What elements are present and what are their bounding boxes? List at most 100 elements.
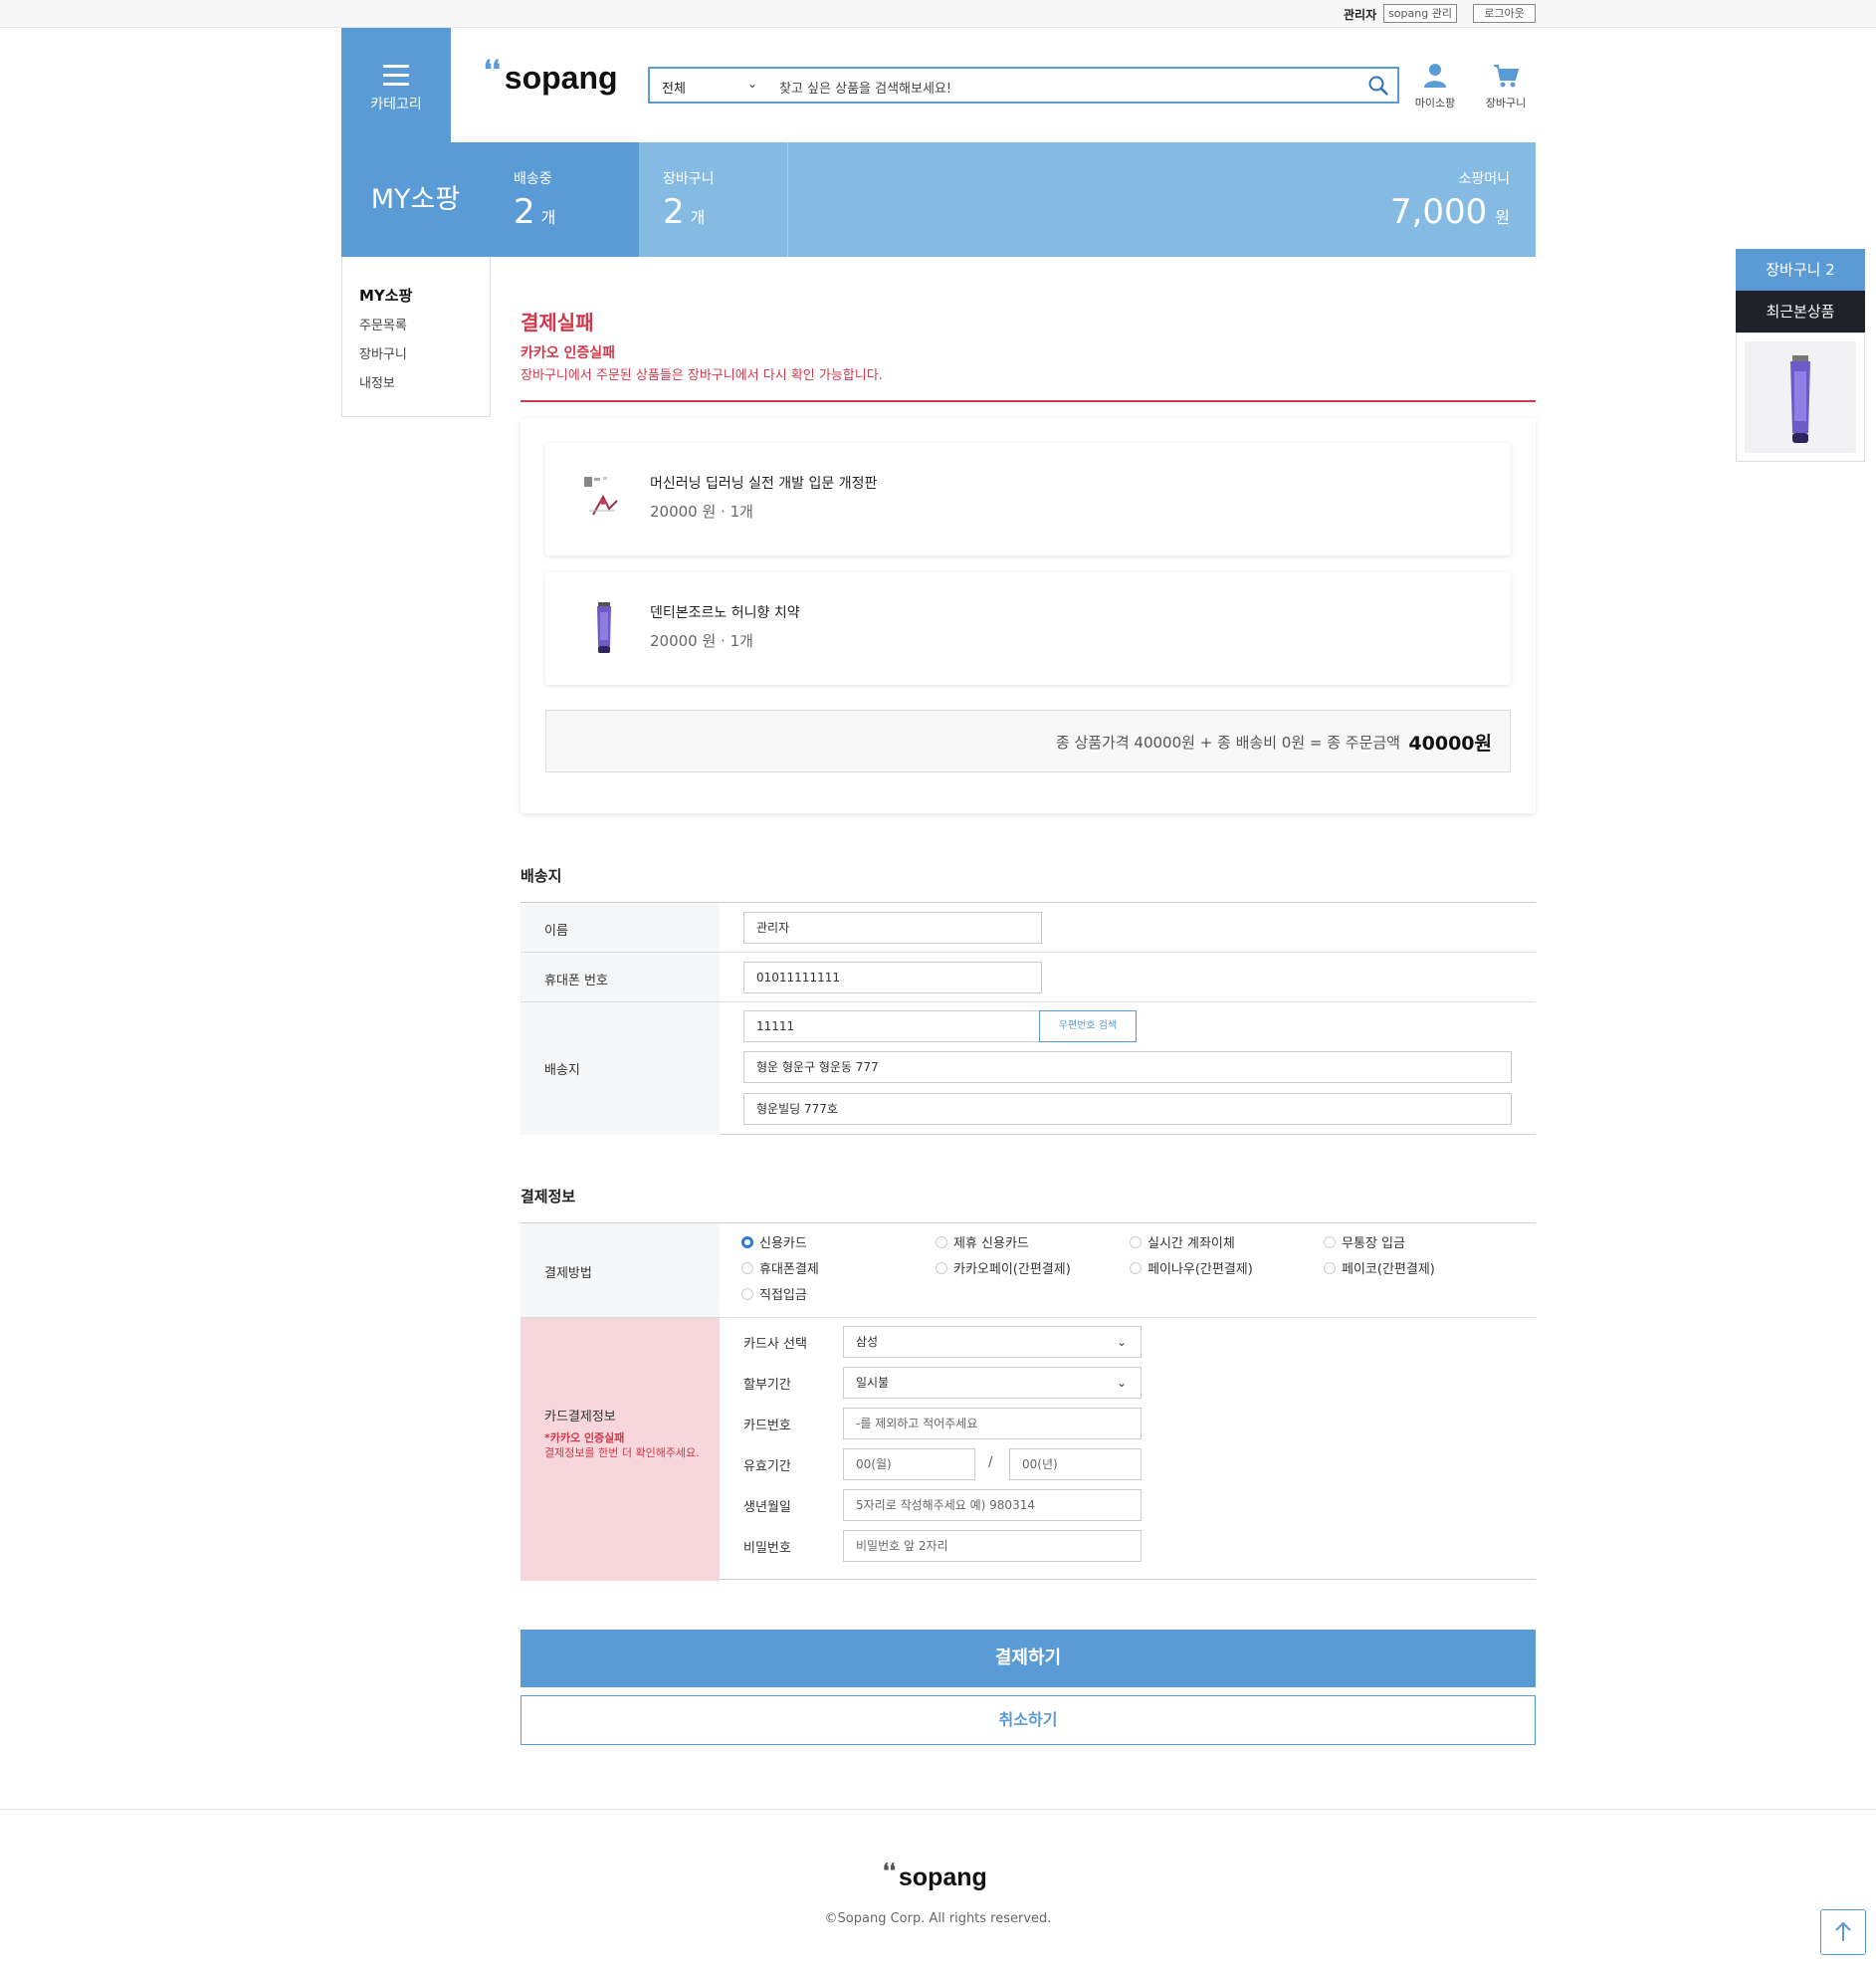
address-detail-input[interactable]: 형운빌딩 777호: [743, 1093, 1512, 1125]
card-number-label: 카드번호: [743, 1419, 791, 1433]
cart-stat[interactable]: 장바구니 2개: [639, 142, 788, 257]
search-bar: 전체 ⌄ 찾고 싶은 상품을 검색해보세요!: [648, 67, 1399, 104]
birth-label: 생년월일: [743, 1500, 791, 1515]
payment-method-label: 결제방법: [544, 1266, 592, 1281]
shipping-stat[interactable]: 배송중 2개: [490, 142, 639, 257]
order-summary-box: 머신러닝 딥러닝 실전 개발 입문 개정판 20000 원 · 1개 덴티본조르…: [521, 418, 1536, 813]
shipping-stat-label: 배송중: [514, 171, 552, 187]
side-nav-cart[interactable]: 장바구니: [359, 343, 407, 362]
side-nav-title[interactable]: MY소팡: [359, 285, 412, 306]
method-direct-deposit-radio[interactable]: 직접입금: [741, 1284, 807, 1303]
category-button[interactable]: 카테고리: [341, 28, 451, 142]
method-credit-card-radio[interactable]: 신용카드: [741, 1232, 807, 1251]
name-input[interactable]: 관리자: [743, 912, 1042, 944]
zipcode-input[interactable]: 11111: [743, 1010, 1040, 1042]
address-input[interactable]: 형운 형운구 형운동 777: [743, 1051, 1512, 1083]
expiry-year-input[interactable]: 00(년): [1009, 1448, 1142, 1480]
admin-link-button[interactable]: sopang 관리: [1383, 4, 1457, 23]
chevron-down-icon: ⌄: [1116, 1376, 1127, 1390]
order-total-bar: 종 상품가격 40000원 + 종 배송비 0원 = 종 주문금액 40000원: [545, 710, 1511, 772]
payment-fail-description: 장바구니에서 주문된 상품들은 장바구니에서 다시 확인 가능합니다.: [521, 368, 883, 383]
footer-divider: [0, 1809, 1876, 1810]
payment-method-row: 결제방법 신용카드 제휴 신용카드 실시간 계좌이체 무통장 입금 휴대폰결제 …: [521, 1223, 1536, 1318]
method-payco-radio[interactable]: 페이코(간편결제): [1324, 1258, 1435, 1277]
search-icon[interactable]: [1367, 75, 1389, 97]
scroll-top-button[interactable]: [1820, 1909, 1866, 1955]
shipping-address-row: 배송지 11111 우편번호 검색 형운 형운구 형운동 777 형운빌딩 77…: [521, 1002, 1536, 1135]
cancel-button[interactable]: 취소하기: [521, 1695, 1536, 1745]
divider: [521, 400, 1536, 402]
method-phone-radio[interactable]: 휴대폰결제: [741, 1258, 819, 1277]
card-info-label: 카드결제정보: [544, 1410, 616, 1425]
order-item[interactable]: 머신러닝 딥러닝 실전 개발 입문 개정판 20000 원 · 1개: [545, 443, 1511, 555]
method-bank-transfer-radio[interactable]: 실시간 계좌이체: [1130, 1232, 1235, 1251]
side-nav-orders[interactable]: 주문목록: [359, 315, 407, 333]
stats-banner: MY소팡 배송중 2개 장바구니 2개 소팡머니 7,000 원: [341, 142, 1536, 257]
side-nav-myinfo[interactable]: 내정보: [359, 372, 395, 391]
arrow-up-icon: [1835, 1921, 1851, 1941]
recent-products-header: 최근본상품: [1736, 291, 1865, 332]
search-input[interactable]: 찾고 싶은 상품을 검색해보세요!: [779, 78, 951, 97]
order-total-summary: 종 상품가격 40000원 + 종 배송비 0원 = 종 주문금액: [1055, 734, 1400, 752]
method-deposit-radio[interactable]: 무통장 입금: [1324, 1232, 1405, 1251]
installment-select[interactable]: 일시불 ⌄: [843, 1367, 1142, 1399]
mypage-label: 마이소팡: [1414, 97, 1456, 110]
payment-fail-title: 결제실패: [521, 311, 594, 334]
card-company-label: 카드사 선택: [743, 1337, 807, 1352]
book-thumbnail: [584, 477, 618, 516]
cart-button[interactable]: 장바구니: [1476, 63, 1536, 110]
chevron-down-icon: ⌄: [1116, 1335, 1127, 1349]
expiry-month-input[interactable]: 00(월): [843, 1448, 975, 1480]
copyright-text: ©Sopang Corp. All rights reserved.: [824, 1911, 1052, 1926]
recent-product[interactable]: [1736, 332, 1865, 462]
cart-label: 장바구니: [1485, 97, 1527, 110]
category-label: 카테고리: [370, 97, 422, 112]
method-kakaopay-radio[interactable]: 카카오페이(간편결제): [936, 1258, 1071, 1277]
money-stat: 소팡머니 7,000 원: [1390, 142, 1510, 232]
expiry-separator: /: [988, 1455, 993, 1470]
method-partner-card-radio[interactable]: 제휴 신용카드: [936, 1232, 1029, 1251]
user-name: 관리자: [1344, 8, 1377, 22]
logout-button[interactable]: 로그아웃: [1473, 4, 1536, 23]
method-paynow-radio[interactable]: 페이나우(간편결제): [1130, 1258, 1253, 1277]
money-stat-unit: 원: [1495, 208, 1510, 227]
payment-form: 결제방법 신용카드 제휴 신용카드 실시간 계좌이체 무통장 입금 휴대폰결제 …: [521, 1222, 1536, 1581]
order-total-amount: 40000원: [1408, 733, 1492, 755]
shipping-stat-unit: 개: [540, 208, 556, 227]
shipping-name-row: 이름 관리자: [521, 903, 1536, 953]
search-category-select[interactable]: 전체: [662, 78, 686, 97]
password-input[interactable]: 비밀번호 앞 2자리: [843, 1530, 1142, 1562]
hamburger-icon: [383, 65, 409, 92]
logo[interactable]: ❛❛ sopang: [484, 55, 618, 97]
order-item[interactable]: 덴티본조르노 허니향 치약 20000 원 · 1개: [545, 572, 1511, 685]
order-item-name: 덴티본조르노 허니향 치약: [650, 605, 800, 621]
card-number-input[interactable]: -를 제외하고 적어주세요: [843, 1408, 1142, 1439]
footer-logo: ❛❛ sopang: [883, 1861, 987, 1891]
payment-fail-reason: 카카오 인증실패: [521, 345, 616, 361]
phone-input[interactable]: 01011111111: [743, 962, 1042, 993]
cart-stat-value: 2: [663, 192, 685, 232]
pay-button[interactable]: 결제하기: [521, 1630, 1536, 1687]
banner-title: MY소팡: [341, 142, 490, 257]
order-item-price: 20000 원 · 1개: [650, 632, 753, 650]
mypage-button[interactable]: 마이소팡: [1405, 63, 1465, 110]
order-item-price: 20000 원 · 1개: [650, 503, 753, 521]
utility-bar: 관리자 sopang 관리 로그아웃: [0, 0, 1876, 28]
floating-cart-button[interactable]: 장바구니 2: [1736, 249, 1865, 291]
shipping-section-title: 배송지: [521, 867, 562, 885]
shipping-phone-row: 휴대폰 번호 01011111111: [521, 953, 1536, 1002]
card-info-row: 카드결제정보 *카카오 인증실패 결제정보를 한번 더 확인해주세요. 카드사 …: [521, 1318, 1536, 1581]
order-item-name: 머신러닝 딥러닝 실전 개발 입문 개정판: [650, 476, 878, 492]
shipping-form: 이름 관리자 휴대폰 번호 01011111111 배송지 11111 우편번호…: [521, 902, 1536, 1135]
chevron-down-icon: ⌄: [747, 77, 758, 91]
address-label: 배송지: [544, 1063, 580, 1078]
cart-stat-unit: 개: [690, 208, 706, 227]
toothpaste-thumbnail: [597, 602, 611, 653]
zipcode-search-button[interactable]: 우편번호 검색: [1039, 1010, 1137, 1042]
phone-label: 휴대폰 번호: [544, 974, 608, 988]
birth-input[interactable]: 5자리로 작성해주세요 예) 980314: [843, 1489, 1142, 1521]
shipping-stat-value: 2: [514, 192, 535, 232]
cart-stat-label: 장바구니: [663, 171, 715, 187]
card-company-select[interactable]: 삼성 ⌄: [843, 1326, 1142, 1358]
toothpaste-image: [1790, 355, 1810, 443]
